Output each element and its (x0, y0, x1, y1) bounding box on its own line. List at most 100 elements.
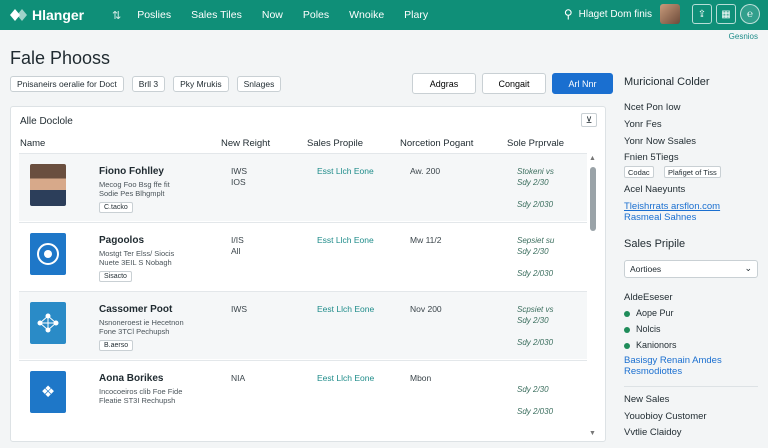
cell-line (517, 188, 554, 199)
nav-item-plary[interactable]: Plary (404, 9, 428, 21)
column-header-new-reight[interactable]: New Reight (221, 138, 270, 149)
nav-item-now[interactable]: Now (262, 9, 283, 21)
filter-pill[interactable]: Snlages (236, 76, 282, 92)
status-item[interactable]: Nolcis (624, 324, 661, 334)
status-item[interactable]: Aope Pur (624, 308, 674, 318)
divider (624, 386, 758, 387)
norcetion-cell: Mw 11/2 (410, 235, 442, 245)
sidebar-item[interactable]: Yonr Now Ssales (624, 136, 696, 147)
sidebar-item[interactable]: Youobioy Customer (624, 411, 707, 422)
column-header-norcetion-pogant[interactable]: Norcetion Pogant (400, 138, 473, 149)
new-reight-cell: IWS (231, 304, 247, 315)
table-row[interactable]: ❖ Aona Borikes Incocoeiros clib Foe Fide… (19, 360, 587, 428)
sales-profile-link[interactable]: Esst Llch Eone (317, 166, 374, 176)
congait-button[interactable]: Congait (482, 73, 546, 94)
sidebar-item[interactable]: Yonr Fes (624, 119, 662, 130)
column-header-name[interactable]: Name (20, 138, 45, 149)
status-label: Aope Pur (636, 308, 674, 318)
user-name[interactable]: Hlaget Dom finis (579, 9, 652, 20)
sidebar-link[interactable]: Tleishrrats arsflon.com Rasmeal Sahnes (624, 201, 720, 223)
description-line: Fone 3TCl Pechupsh (99, 327, 170, 336)
filter-pill[interactable]: Brll 3 (131, 76, 166, 92)
new-reight-cell: I/IS All (231, 235, 244, 257)
filter-pill[interactable]: Pnisaneirs oeralie for Doct (10, 76, 124, 92)
table-row[interactable]: Cassomer Poot Nsnoneroest ie Hecetnon Fo… (19, 291, 587, 359)
norcetion-cell: Aw. 200 (410, 166, 441, 176)
cell-line: Sdy 2/030 (517, 338, 554, 347)
customer-tag[interactable]: B.aerso (99, 340, 134, 351)
user-icon[interactable]: ⚲ (564, 7, 573, 21)
column-header-sales-propile[interactable]: Sales Propile (307, 138, 363, 149)
nav-item-wnoike[interactable]: Wnoike (349, 9, 384, 21)
sidebar-link[interactable]: Basisgy Renain Amdes Resmodiottes (624, 355, 722, 377)
column-header-sole-prprvale[interactable]: Sole Prprvale (507, 138, 564, 149)
customer-name[interactable]: Cassomer Poot (99, 304, 172, 315)
sidebar-item[interactable]: Vvtlie Claidoy (624, 427, 682, 438)
link-line[interactable]: Resmodiottes (624, 366, 722, 377)
sidebar-item[interactable]: Ncet Pon Iow (624, 102, 681, 113)
sort-icon[interactable]: ⇅ (112, 9, 121, 22)
panel-menu-icon[interactable]: ⊻ (581, 113, 597, 127)
customer-description: Mostgt Ter Elss/ Siocis Nuete 3EIL S Nob… (99, 249, 219, 267)
link-line[interactable]: Rasmeal Sahnes (624, 212, 720, 223)
adgras-button[interactable]: Adgras (412, 73, 476, 94)
status-item[interactable]: Kanionors (624, 340, 677, 350)
cell-line (517, 395, 553, 406)
cell-line: Sdy 2/30 (517, 385, 549, 394)
sales-profile-link[interactable]: Eest Llch Eone (317, 373, 374, 383)
help-icon[interactable]: ℮ (740, 4, 760, 24)
layers-icon: ❖ (40, 384, 56, 401)
customer-name[interactable]: Pagoolos (99, 235, 144, 246)
description-line: Nuete 3EIL S Nobagh (99, 258, 172, 267)
chart-icon[interactable]: ▦ (716, 4, 736, 24)
nav-item-sales-tiles[interactable]: Sales Tiles (191, 9, 242, 21)
link-line[interactable]: Basisgy Renain Amdes (624, 355, 722, 366)
customer-logo: ❖ (30, 371, 66, 413)
cell-line: IWS (231, 304, 248, 314)
section-heading: AldeEseser (624, 292, 673, 303)
table-scrollbar[interactable]: ▲ ▼ (589, 155, 597, 437)
customer-tag[interactable]: Sisacto (99, 271, 132, 282)
top-link[interactable]: Gesnios (729, 32, 758, 41)
filter-pill[interactable]: Pky Mrukis (173, 76, 229, 92)
app-logo[interactable]: Hlanger (8, 7, 112, 23)
sales-profile-select[interactable]: Aortioes ⌄ (624, 260, 758, 278)
nav-item-poslies[interactable]: Poslies (137, 9, 171, 21)
cell-line (517, 257, 554, 268)
avatar[interactable] (660, 4, 680, 24)
table-header: Name New Reight Sales Propile Norcetion … (11, 135, 605, 155)
customer-tag[interactable]: C.tacko (99, 202, 133, 213)
sidebar-title: Muricional Colder (624, 76, 710, 88)
main-nav: Poslies Sales Tiles Now Poles Wnoike Pla… (137, 9, 448, 21)
customer-logo (30, 302, 66, 344)
customer-photo (30, 164, 66, 206)
cell-line: All (231, 246, 241, 256)
nav-item-poles[interactable]: Poles (303, 9, 329, 21)
customer-name[interactable]: Fiono Fohlley (99, 166, 164, 177)
description-line: Mostgt Ter Elss/ Siocis (99, 249, 175, 258)
network-icon (37, 313, 59, 333)
status-label: Kanionors (636, 340, 677, 350)
table-row[interactable]: Fiono Fohlley Mecog Foo Bsg ffe fit Sodi… (19, 153, 587, 221)
cell-line: Stokeni vs (517, 167, 554, 176)
description-line: Sodie Pes Blhgmplt (99, 189, 165, 198)
scroll-up-icon[interactable]: ▲ (589, 155, 596, 162)
customer-name[interactable]: Aona Borikes (99, 373, 163, 384)
sales-profile-link[interactable]: Esst Llch Eone (317, 235, 374, 245)
cell-line: Scpsiet vs (517, 305, 554, 314)
table-row[interactable]: Pagoolos Mostgt Ter Elss/ Siocis Nuete 3… (19, 222, 587, 290)
status-dot-icon (624, 326, 630, 333)
scroll-thumb[interactable] (590, 167, 596, 231)
add-new-button[interactable]: Arl Nnr (552, 73, 613, 94)
sidebar-item[interactable]: Fnien 5Tiegs (624, 152, 679, 163)
cell-line: IOS (231, 177, 246, 187)
sidebar-pill[interactable]: Codac (624, 166, 654, 178)
sales-profile-link[interactable]: Eest Llch Eone (317, 304, 374, 314)
cell-line: Sdy 2/30 (517, 316, 549, 325)
scroll-down-icon[interactable]: ▼ (589, 430, 596, 437)
action-buttons: Adgras Congait Arl Nnr (412, 73, 613, 94)
chevron-down-icon: ⌄ (744, 263, 752, 273)
sidebar-pill[interactable]: Plafiget of Tiss (664, 166, 721, 178)
link-line[interactable]: Tleishrrats arsflon.com (624, 201, 720, 212)
upload-icon[interactable]: ⇪ (692, 4, 712, 24)
